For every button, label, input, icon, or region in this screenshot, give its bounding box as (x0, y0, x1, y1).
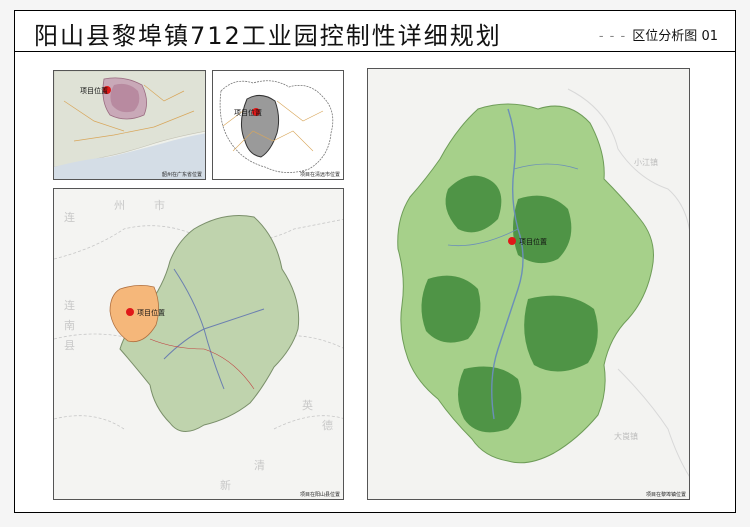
county-caption: 项目在阳山县位置 (299, 492, 340, 498)
city-caption: 项目在清远市位置 (299, 172, 340, 178)
county-place-7: 英 (302, 398, 313, 412)
county-place-1: 连 (64, 211, 75, 224)
county-place-8: 德 (322, 418, 333, 432)
sheet-number: 01 (701, 29, 718, 44)
province-map (54, 71, 205, 179)
town-map-panel: 小江镇 大崀镇 项目在黎埠镇位置 (367, 68, 690, 500)
county-place-9: 清 (254, 459, 265, 472)
subtitle-dashes: - - - (598, 29, 627, 44)
title-bar: 阳山县黎埠镇712工业园控制性详细规划 - - - 区位分析图 01 (14, 10, 736, 52)
province-map-panel: 韶州在广东省位置 (53, 70, 206, 180)
province-caption: 韶州在广东省位置 (161, 172, 202, 178)
county-place-5: 南 (64, 319, 75, 332)
county-place-10: 新 (220, 478, 231, 492)
sheet-subtitle: - - - 区位分析图 01 (599, 25, 718, 44)
county-place-4: 连 (64, 299, 75, 312)
town-place-2: 大崀镇 (614, 431, 638, 441)
page-title: 阳山县黎埠镇712工业园控制性详细规划 (34, 22, 502, 50)
county-place-2: 州 (114, 199, 125, 212)
county-map: 连 州 市 连 南 县 英 德 清 新 (54, 189, 343, 499)
city-map-panel: 项目在清远市位置 (212, 70, 344, 180)
town-caption: 项目在黎埠镇位置 (645, 492, 686, 498)
city-map (213, 71, 343, 179)
county-place-3: 市 (154, 198, 165, 212)
subtitle-label: 区位分析图 (632, 29, 698, 44)
town-place-1: 小江镇 (634, 157, 658, 167)
town-map: 小江镇 大崀镇 (368, 69, 689, 499)
county-map-panel: 连 州 市 连 南 县 英 德 清 新 项目在阳山县位置 (53, 188, 344, 500)
county-place-6: 县 (64, 339, 75, 352)
